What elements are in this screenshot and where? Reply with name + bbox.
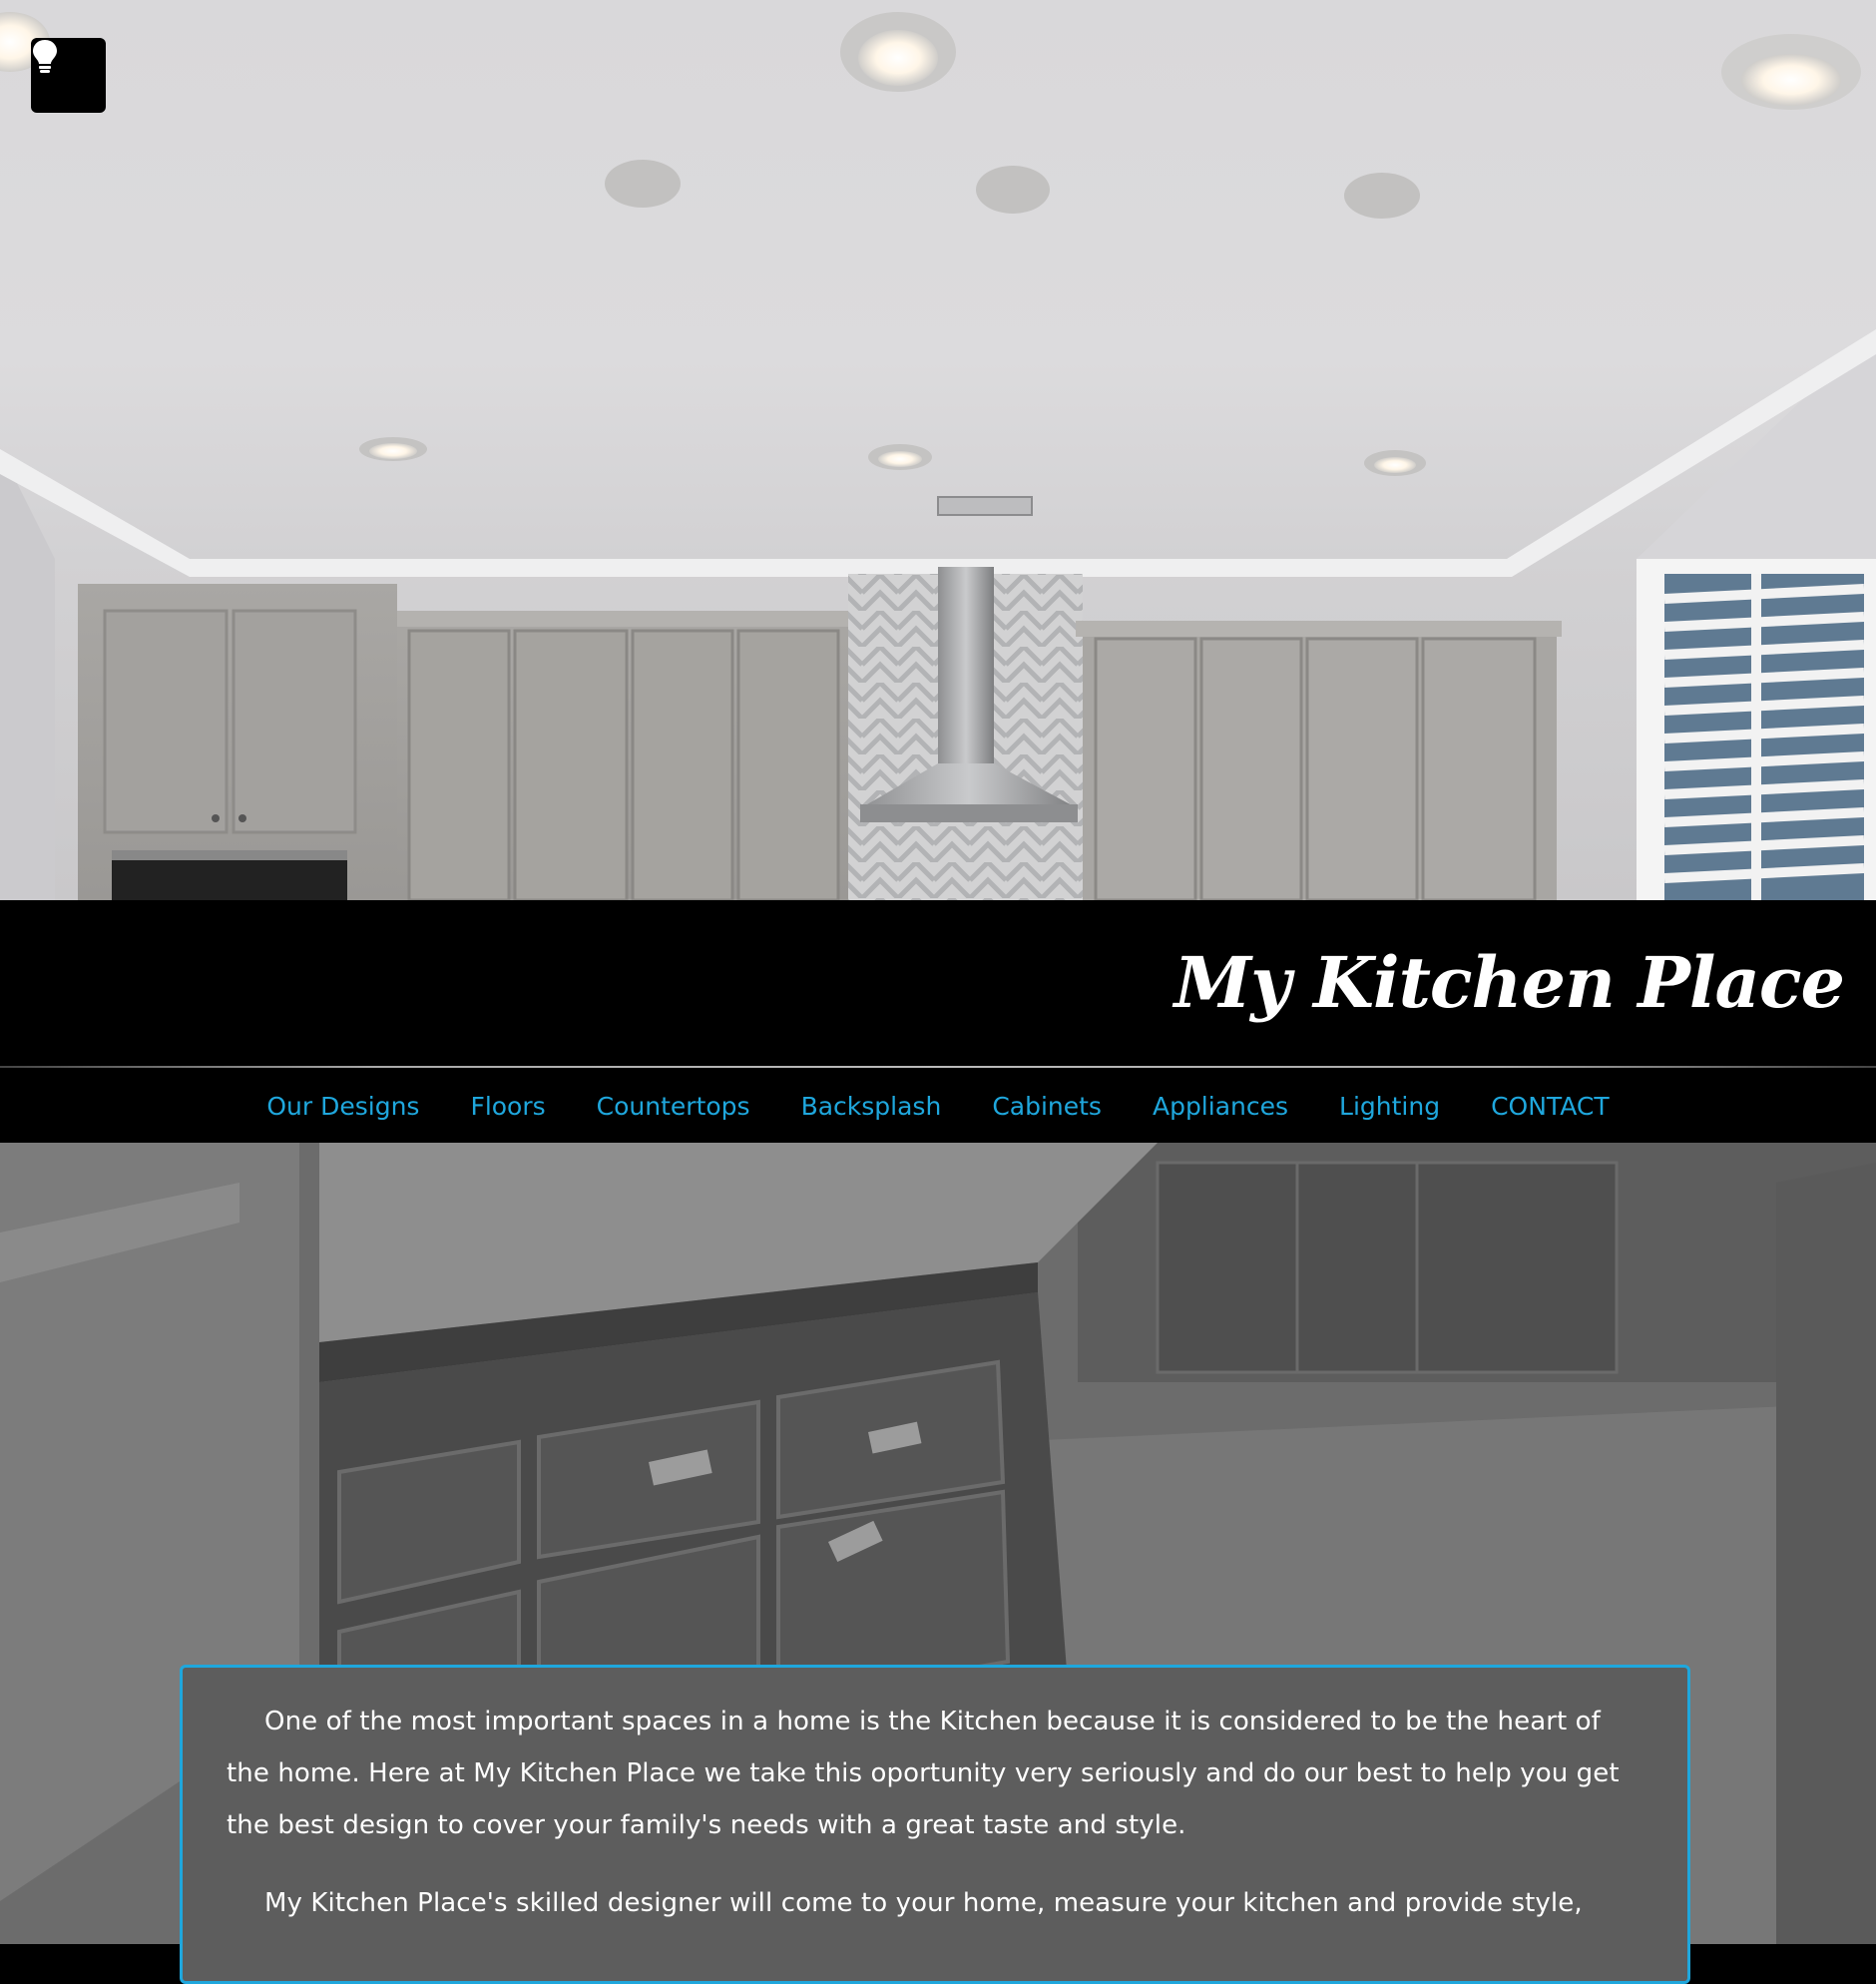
nav-link-appliances[interactable]: Appliances (1153, 1092, 1288, 1121)
nav-link-contact[interactable]: CONTACT (1491, 1092, 1610, 1121)
nav-link-our-designs[interactable]: Our Designs (266, 1092, 419, 1121)
intro-paragraph: My Kitchen Place's skilled designer will… (264, 1888, 1583, 1918)
main-navigation: Our Designs Floors Countertops Backsplas… (0, 1069, 1876, 1143)
lightbulb-icon (33, 40, 57, 73)
nav-link-lighting[interactable]: Lighting (1339, 1092, 1440, 1121)
site-logo-title[interactable]: My Kitchen Place (1174, 900, 1845, 1066)
nav-link-countertops[interactable]: Countertops (597, 1092, 750, 1121)
header-divider (0, 1066, 1876, 1068)
hero-kitchen-image (0, 0, 1876, 900)
intro-text-card: One of the most important spaces in a ho… (180, 1665, 1690, 1984)
site-header: My Kitchen Place (0, 900, 1876, 1066)
nav-link-floors[interactable]: Floors (470, 1092, 545, 1121)
nav-link-cabinets[interactable]: Cabinets (992, 1092, 1102, 1121)
theme-toggle-button[interactable] (31, 38, 106, 113)
intro-paragraph: One of the most important spaces in a ho… (227, 1707, 1620, 1840)
nav-link-backsplash[interactable]: Backsplash (801, 1092, 942, 1121)
kitchen-illustration (0, 12, 1876, 900)
